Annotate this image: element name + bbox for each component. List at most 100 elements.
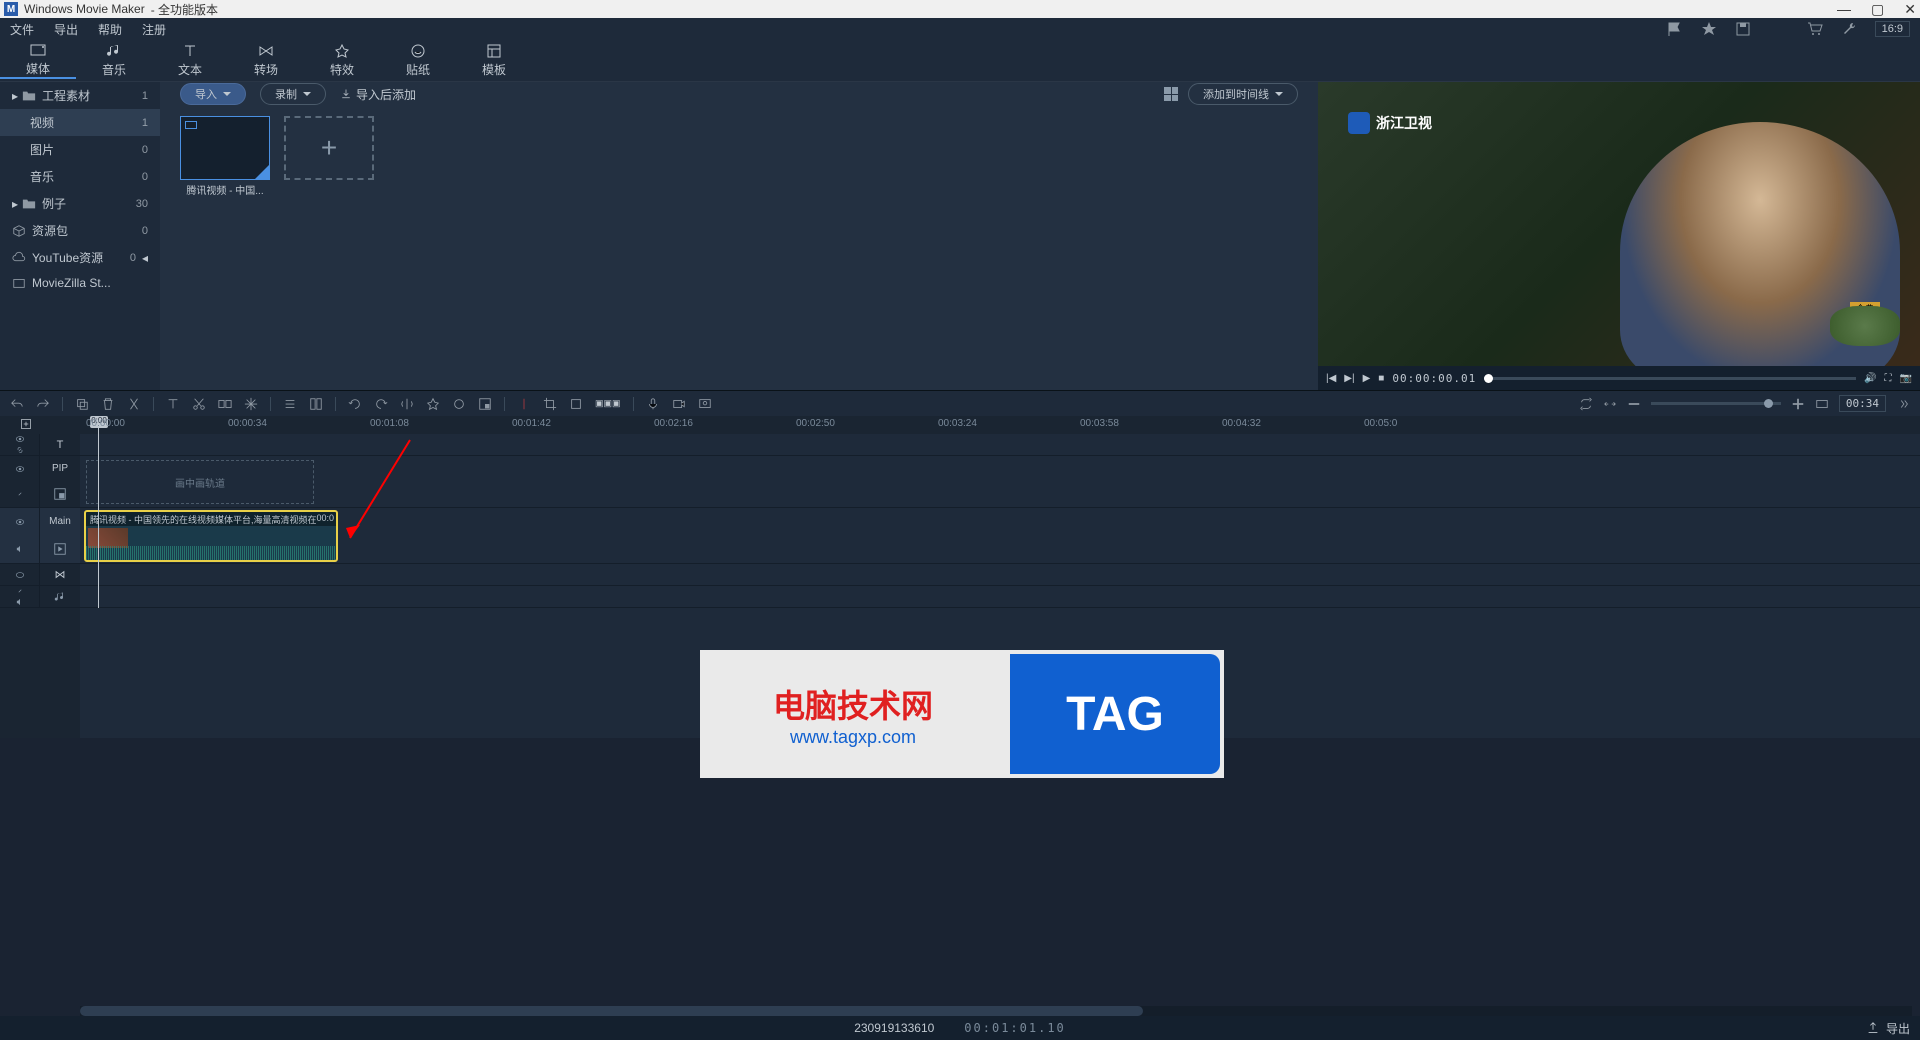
sidebar-video[interactable]: 视频 1 bbox=[0, 109, 160, 136]
speed-icon[interactable]: ▣▣▣ bbox=[595, 398, 621, 409]
link-icon[interactable] bbox=[15, 586, 25, 596]
eye-icon[interactable] bbox=[15, 464, 25, 474]
record-button[interactable]: 录制 bbox=[260, 83, 326, 105]
flag-icon[interactable] bbox=[1667, 21, 1683, 37]
fit-icon[interactable] bbox=[1603, 397, 1617, 411]
copy-icon[interactable] bbox=[75, 397, 89, 411]
fullscreen-icon[interactable]: ⛶ bbox=[1885, 373, 1892, 384]
freeze-icon[interactable] bbox=[244, 397, 258, 411]
grid-view-icon[interactable] bbox=[1164, 87, 1178, 101]
seek-bar[interactable] bbox=[1484, 377, 1856, 380]
list-icon[interactable] bbox=[283, 397, 297, 411]
preview-viewport[interactable]: 浙江卫视 金典 bbox=[1318, 82, 1920, 366]
camera-icon[interactable] bbox=[672, 397, 686, 411]
text-tool-icon[interactable] bbox=[166, 397, 180, 411]
frame-icon[interactable] bbox=[569, 397, 583, 411]
speaker-icon[interactable] bbox=[15, 597, 25, 607]
track-header-audio[interactable] bbox=[0, 586, 80, 608]
timeline-scrollbar[interactable] bbox=[80, 1006, 1912, 1016]
mic-icon[interactable] bbox=[646, 397, 660, 411]
menu-export[interactable]: 导出 bbox=[54, 21, 78, 38]
import-button[interactable]: 导入 bbox=[180, 83, 246, 105]
tab-media[interactable]: 媒体 bbox=[0, 42, 76, 79]
mask-icon[interactable] bbox=[452, 397, 466, 411]
tab-music[interactable]: 音乐 bbox=[76, 43, 152, 78]
columns-icon[interactable] bbox=[309, 397, 323, 411]
import-then-add[interactable]: 导入后添加 bbox=[340, 86, 416, 103]
link-icon[interactable] bbox=[15, 489, 25, 499]
undo-icon[interactable] bbox=[10, 397, 24, 411]
star-tool-icon[interactable] bbox=[426, 397, 440, 411]
eye-icon[interactable] bbox=[15, 570, 25, 580]
zoom-in-icon[interactable] bbox=[1791, 397, 1805, 411]
speaker-icon[interactable] bbox=[15, 544, 25, 554]
zoom-slider[interactable] bbox=[1651, 402, 1781, 405]
track-header-pip[interactable]: PIP bbox=[0, 456, 80, 508]
snapshot-icon[interactable]: 📷 bbox=[1900, 373, 1912, 384]
audio-track[interactable] bbox=[80, 586, 1920, 608]
eye-icon[interactable] bbox=[15, 517, 25, 527]
loop-icon[interactable] bbox=[1579, 397, 1593, 411]
sidebar-audio[interactable]: 音乐 0 bbox=[0, 163, 160, 190]
sidebar-youtube[interactable]: YouTube资源 0 ◂ bbox=[0, 244, 160, 271]
flip-icon[interactable] bbox=[400, 397, 414, 411]
cut-icon[interactable] bbox=[192, 397, 206, 411]
spinner-icon[interactable] bbox=[1896, 397, 1910, 411]
screen-record-icon[interactable] bbox=[698, 397, 712, 411]
timeline-ruler[interactable]: 0:00 00:00:00 00:00:34 00:01:08 00:01:42… bbox=[0, 416, 1920, 434]
next-frame-button[interactable]: ▶| bbox=[1344, 373, 1354, 384]
text-track[interactable] bbox=[80, 434, 1920, 456]
rotate-left-icon[interactable] bbox=[348, 397, 362, 411]
pip-track[interactable]: 画中画轨道 bbox=[80, 456, 1920, 508]
prev-frame-button[interactable]: |◀ bbox=[1326, 373, 1336, 384]
track-header-main[interactable]: Main bbox=[0, 508, 80, 564]
sidebar-examples[interactable]: ▸ 例子 30 bbox=[0, 190, 160, 217]
star-icon[interactable] bbox=[1701, 21, 1717, 37]
delete-icon[interactable] bbox=[101, 397, 115, 411]
eye-icon[interactable] bbox=[15, 434, 25, 444]
zoom-handle[interactable] bbox=[1764, 399, 1773, 408]
link-icon[interactable] bbox=[15, 445, 25, 455]
sidebar-moviezilla[interactable]: MovieZilla St... bbox=[0, 271, 160, 295]
fit-width-icon[interactable] bbox=[1815, 397, 1829, 411]
track-header-text[interactable]: T bbox=[0, 434, 80, 456]
add-media-button[interactable]: + bbox=[284, 116, 374, 180]
minimize-button[interactable]: — bbox=[1837, 1, 1851, 18]
tab-template[interactable]: 模板 bbox=[456, 43, 532, 78]
seek-handle[interactable] bbox=[1484, 374, 1493, 383]
menu-help[interactable]: 帮助 bbox=[98, 21, 122, 38]
close-button[interactable]: ✕ bbox=[1904, 1, 1916, 18]
save-icon[interactable] bbox=[1735, 21, 1751, 37]
zoom-out-icon[interactable] bbox=[1627, 397, 1641, 411]
sidebar-resource-pack[interactable]: 资源包 0 bbox=[0, 217, 160, 244]
timeline-clip[interactable]: 腾讯视频 - 中国领先的在线视频媒体平台,海量高清视频在 00:0 ▫ bbox=[84, 510, 338, 562]
tab-text[interactable]: 文本 bbox=[152, 43, 228, 78]
rotate-right-icon[interactable] bbox=[374, 397, 388, 411]
split-icon[interactable] bbox=[127, 397, 141, 411]
sidebar-image[interactable]: 图片 0 bbox=[0, 136, 160, 163]
add-to-timeline-button[interactable]: 添加到时间线 bbox=[1188, 83, 1298, 105]
marker-icon[interactable] bbox=[517, 397, 531, 411]
redo-icon[interactable] bbox=[36, 397, 50, 411]
pip-icon[interactable] bbox=[478, 397, 492, 411]
pip-dropzone[interactable]: 画中画轨道 bbox=[86, 460, 314, 504]
maximize-button[interactable]: ▢ bbox=[1871, 1, 1884, 18]
track-add-icon[interactable] bbox=[20, 418, 32, 430]
scrollbar-thumb[interactable] bbox=[80, 1006, 1143, 1016]
cart-icon[interactable] bbox=[1807, 21, 1823, 37]
play-button[interactable]: ▶ bbox=[1363, 373, 1371, 384]
main-track[interactable]: 腾讯视频 - 中国领先的在线视频媒体平台,海量高清视频在 00:0 ▫ bbox=[80, 508, 1920, 564]
tab-sticker[interactable]: 贴纸 bbox=[380, 43, 456, 78]
crop-icon[interactable] bbox=[543, 397, 557, 411]
media-clip-thumbnail[interactable]: 腾讯视频 - 中国... bbox=[180, 116, 270, 180]
transition-tool-icon[interactable] bbox=[218, 397, 232, 411]
wrench-icon[interactable] bbox=[1841, 21, 1857, 37]
sidebar-project-materials[interactable]: ▸ 工程素材 1 bbox=[0, 82, 160, 109]
transition-track[interactable] bbox=[80, 564, 1920, 586]
tab-transition[interactable]: 转场 bbox=[228, 43, 304, 78]
export-button[interactable]: 导出 bbox=[1866, 1020, 1910, 1037]
tab-effect[interactable]: 特效 bbox=[304, 43, 380, 78]
stop-button[interactable]: ■ bbox=[1378, 373, 1384, 384]
track-header-transition[interactable]: ⋈ bbox=[0, 564, 80, 586]
menu-file[interactable]: 文件 bbox=[10, 21, 34, 38]
